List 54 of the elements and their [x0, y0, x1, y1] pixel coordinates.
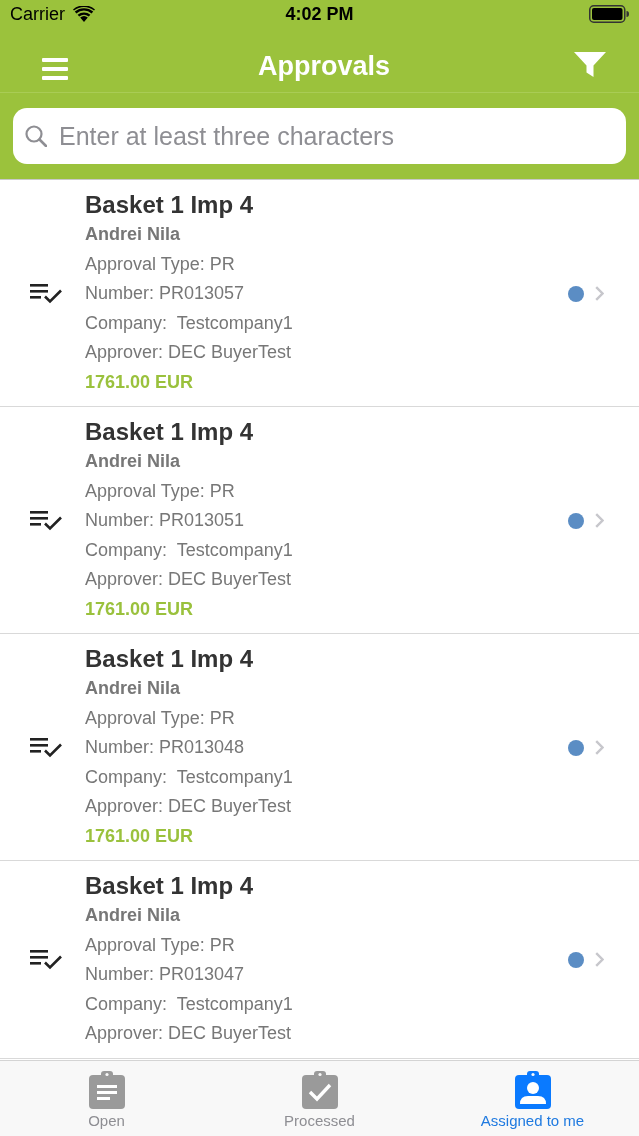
list-check-icon [30, 510, 62, 531]
approval-title: Basket 1 Imp 4 [85, 871, 254, 901]
approval-detail: Approver: DEC BuyerTest [85, 1022, 292, 1045]
battery-icon [589, 5, 629, 23]
list-check-icon [30, 283, 62, 304]
search-field[interactable]: Enter at least three characters [13, 108, 626, 164]
requester-name: Andrei Nila [85, 677, 181, 700]
approval-title: Basket 1 Imp 4 [85, 644, 254, 674]
list-check-icon [30, 949, 62, 970]
approval-row[interactable]: Basket 1 Imp 4 Andrei Nila Approval Type: PR Number: PR013048 Company: Testcompany1 Approver: DEC BuyerTest 1761.00 EUR [0, 634, 639, 861]
approval-amount: 1761.00 EUR [85, 824, 194, 848]
clock-time: 4:02 PM [285, 5, 354, 23]
approval-title: Basket 1 Imp 4 [85, 417, 254, 447]
approval-detail: Number: PR013048 [85, 736, 245, 759]
clipboard-check-icon [301, 1071, 338, 1109]
approval-detail: Number: PR013051 [85, 509, 245, 532]
clipboard-list-icon [88, 1071, 125, 1109]
approval-row[interactable]: Basket 1 Imp 4 Andrei Nila Approval Type: PR Number: PR013051 Company: Testcompany1 Approver: DEC BuyerTest 1761.00 EUR [0, 407, 639, 634]
approval-detail: Approver: DEC BuyerTest [85, 568, 292, 591]
approval-detail: Company: Testcompany1 [85, 992, 293, 1016]
approval-detail: Number: PR013047 [85, 963, 245, 986]
chevron-right-icon [595, 286, 604, 301]
approval-title: Basket 1 Imp 4 [85, 190, 254, 220]
approval-detail: Approval Type: PR [85, 706, 235, 730]
chevron-right-icon [595, 952, 604, 968]
chevron-right-icon [595, 740, 604, 755]
approval-detail: Approval Type: PR [85, 479, 235, 503]
menu-icon [42, 58, 68, 80]
chevron-right-icon [595, 513, 604, 528]
search-icon [25, 125, 47, 147]
approval-detail: Company: Testcompany1 [85, 538, 293, 562]
requester-name: Andrei Nila [85, 450, 181, 473]
approval-amount: 1761.00 EUR [85, 370, 194, 394]
clipboard-person-icon [514, 1071, 551, 1109]
approval-detail: Company: Testcompany1 [85, 311, 293, 335]
menu-button[interactable] [42, 58, 68, 80]
approval-detail: Approver: DEC BuyerTest [85, 795, 292, 818]
wifi-icon [73, 6, 95, 22]
carrier-name: Carrier [10, 5, 65, 23]
approval-row[interactable]: Basket 1 Imp 4 Andrei Nila Approval Type: PR Number: PR013057 Company: Testcompany1 Approver: DEC BuyerTest 1761.00 EUR [0, 180, 639, 407]
approval-amount: 1761.00 EUR [85, 597, 194, 621]
approval-detail: Approval Type: PR [85, 933, 235, 957]
requester-name: Andrei Nila [85, 904, 181, 927]
approval-detail: Approver: DEC BuyerTest [85, 341, 292, 364]
filter-icon [574, 51, 606, 77]
approval-row[interactable]: Basket 1 Imp 4 Andrei Nila Approval Type: PR Number: PR013047 Company: Testcompany1 Approver: DEC BuyerTest [0, 861, 639, 1059]
requester-name: Andrei Nila [85, 223, 181, 246]
screen-title: Approvals [257, 52, 390, 80]
approval-detail: Approval Type: PR [85, 252, 235, 276]
approval-detail: Number: PR013057 [85, 282, 245, 305]
approval-detail: Company: Testcompany1 [85, 765, 293, 789]
list-check-icon [30, 737, 62, 758]
filter-button[interactable] [574, 51, 606, 77]
tab[interactable]: Assigned to me [426, 1061, 639, 1136]
